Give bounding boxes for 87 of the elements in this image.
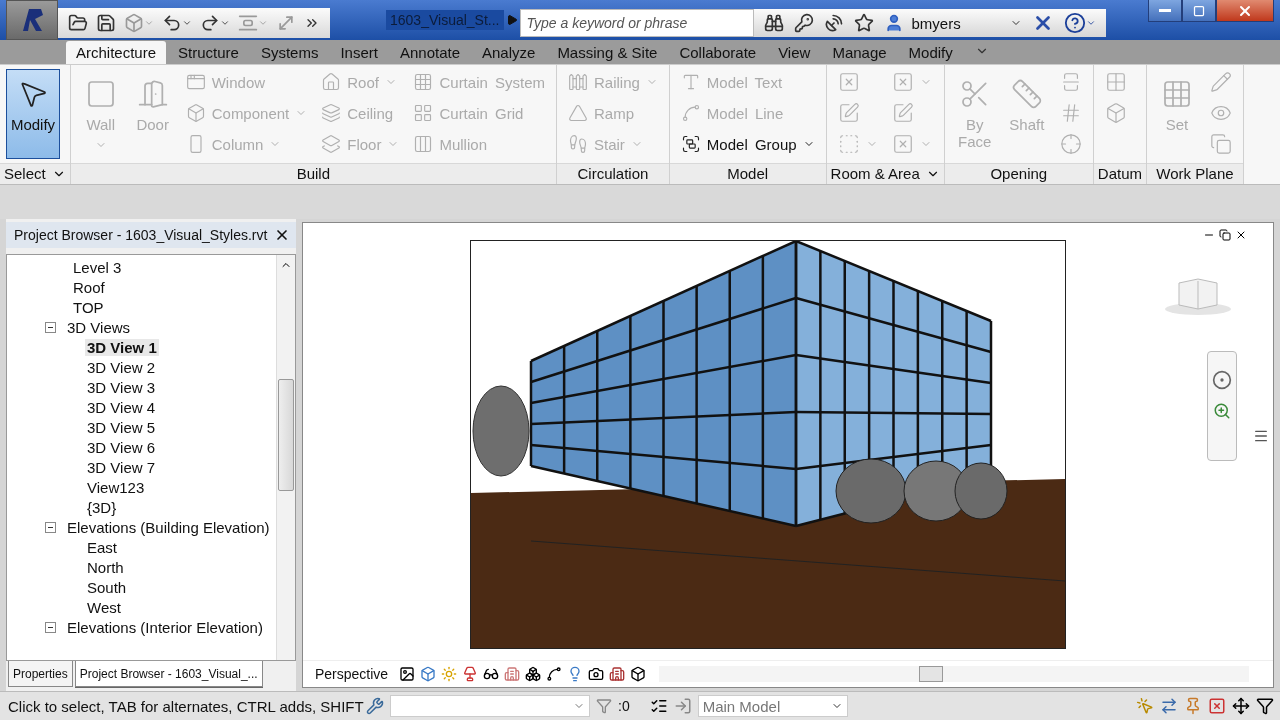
ribbon-tab[interactable]: Manage [822, 40, 897, 64]
ribbon-tab[interactable]: Modify [898, 40, 963, 64]
search-field[interactable]: Type a keyword or phrase [519, 9, 754, 37]
edit-icon [891, 102, 914, 125]
tree-item[interactable]: Level 3 [71, 259, 124, 277]
ribbon-tab[interactable]: Systems [250, 40, 329, 64]
tree-item[interactable]: 3D View 5 [85, 419, 158, 437]
sun-icon[interactable] [441, 666, 458, 683]
railing-icon [568, 72, 588, 93]
edit-icon [837, 102, 860, 125]
application-menu-button[interactable] [6, 0, 58, 40]
collapse-toggle[interactable] [45, 322, 56, 334]
tree-item[interactable]: 3D View 2 [85, 359, 158, 377]
grid-icon [413, 103, 434, 124]
selection-count: :0 [618, 698, 630, 714]
floor-icon [321, 134, 342, 155]
line-icon [680, 103, 701, 124]
tree-item[interactable]: Roof [71, 279, 107, 297]
ribbon-tool-button[interactable]: Modify [6, 68, 60, 159]
camera-icon[interactable] [588, 666, 605, 683]
select-underlay-icon[interactable] [1160, 697, 1178, 715]
copy-icon [1210, 133, 1232, 156]
minimize-button[interactable] [1148, 0, 1182, 22]
vertical-scrollbar[interactable] [276, 254, 295, 661]
panel-label[interactable]: Room & Area [826, 162, 944, 184]
tree-item[interactable]: West [85, 599, 123, 617]
tree-item[interactable]: View123 [85, 479, 147, 497]
ceiling-icon [321, 103, 342, 124]
tree-item[interactable]: North [85, 559, 126, 577]
ribbon-tab[interactable]: Insert [330, 40, 388, 64]
ribbon-tab[interactable]: Architecture [66, 40, 167, 64]
user-name: bmyers [911, 14, 962, 32]
panel-label[interactable]: Model [669, 162, 826, 184]
panel-label[interactable]: Build [70, 162, 556, 184]
tree-item[interactable]: 3D View 1 [85, 339, 159, 357]
tree-item[interactable]: Elevations (Building Elevation) [65, 519, 272, 537]
filter-icon[interactable] [1256, 697, 1274, 715]
scroll-thumb[interactable] [919, 666, 944, 683]
maximize-button[interactable] [1182, 0, 1216, 22]
group-icon [680, 134, 701, 155]
zoom-icon[interactable] [1213, 401, 1231, 420]
mullion-icon [413, 134, 434, 155]
tree-item[interactable]: 3D Views [65, 319, 133, 337]
tree-item[interactable]: TOP [71, 299, 106, 317]
scroll-thumb[interactable] [278, 378, 294, 491]
tree-item[interactable]: 3D View 7 [85, 459, 158, 477]
document-title: 1603_Visual_St... [386, 10, 504, 30]
select-pinned-icon[interactable] [1184, 697, 1202, 715]
tree-item[interactable]: East [85, 539, 119, 557]
visual-style-icon[interactable] [420, 666, 437, 683]
close-button[interactable] [1216, 0, 1274, 22]
select-links-icon[interactable] [1136, 697, 1154, 715]
palette-tab[interactable]: Properties [8, 661, 73, 688]
roof-icon [321, 72, 342, 93]
grid-icon [413, 72, 434, 93]
panel-label[interactable]: Opening [944, 162, 1093, 184]
design-option-dropdown[interactable]: Main Model [697, 695, 848, 717]
component-icon [185, 103, 206, 124]
ribbon-tool-button[interactable]: Model Group [675, 128, 820, 160]
panel-label[interactable]: Work Plane [1147, 162, 1243, 184]
grid-icon [1104, 71, 1127, 94]
palette-tab[interactable]: Project Browser - 1603_Visual_... [74, 661, 263, 688]
horizontal-scrollbar[interactable] [659, 666, 1249, 683]
tree-item[interactable]: 3D View 4 [85, 399, 158, 417]
tree-item[interactable]: 3D View 3 [85, 379, 158, 397]
ribbon-tab[interactable]: Annotate [389, 40, 470, 64]
view-projection-label[interactable]: Perspective [315, 666, 389, 683]
ribbon-tab[interactable]: View [768, 40, 821, 64]
dropdown-value: Main Model [702, 697, 781, 715]
ribbon-tab[interactable]: Massing & Site [547, 40, 668, 64]
maximize-icon [1193, 4, 1205, 17]
ribbon-tab[interactable]: Structure [168, 40, 249, 64]
collapse-toggle[interactable] [45, 622, 56, 634]
ribbon-tab[interactable]: Collaborate [669, 40, 767, 64]
drag-elements-icon[interactable] [1232, 697, 1250, 715]
panel-label[interactable]: Datum [1093, 162, 1146, 184]
tree-item[interactable]: South [85, 579, 129, 597]
ribbon-tab[interactable]: Analyze [472, 40, 546, 64]
tree-item[interactable]: 3D View 6 [85, 439, 158, 457]
panel-label[interactable]: Select [0, 162, 70, 184]
tree-item[interactable]: Elevations (Interior Elevation) [65, 619, 265, 637]
panel-title: Project Browser - 1603_Visual_Styles.rvt [14, 226, 268, 243]
minimize-icon [1159, 9, 1171, 12]
panel-label[interactable]: Circulation [557, 162, 669, 184]
tree-item[interactable]: {3D} [85, 499, 119, 517]
restore-icon[interactable] [1219, 228, 1231, 241]
collapse-toggle[interactable] [45, 522, 56, 534]
